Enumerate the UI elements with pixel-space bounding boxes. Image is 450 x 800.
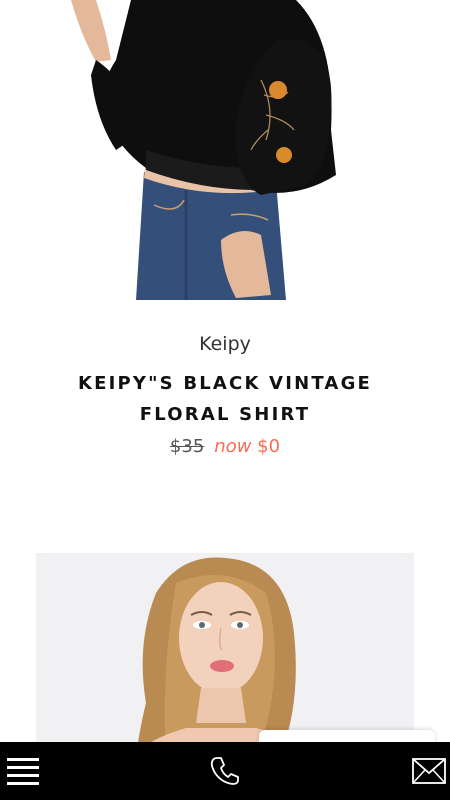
product-list-page: Keipy KEIPY"S BLACK VINTAGE FLORAL SHIRT… xyxy=(0,0,450,800)
product-card-info: Keipy KEIPY"S BLACK VINTAGE FLORAL SHIRT… xyxy=(0,330,450,460)
product-price: $35 now $0 xyxy=(0,434,450,460)
mail-button[interactable] xyxy=(408,742,450,800)
product-photo-black-blouse xyxy=(71,0,337,300)
product-brand: Keipy xyxy=(199,333,251,355)
price-sale: $0 xyxy=(257,436,281,457)
mail-icon xyxy=(412,758,446,784)
menu-icon xyxy=(7,758,39,785)
price-original: $35 xyxy=(169,436,205,457)
menu-button[interactable] xyxy=(0,742,46,800)
phone-button[interactable] xyxy=(200,742,250,800)
product-title[interactable]: KEIPY"S BLACK VINTAGE FLORAL SHIRT xyxy=(75,368,375,430)
product-image[interactable] xyxy=(36,0,414,300)
phone-icon xyxy=(210,757,239,785)
bottom-action-bar xyxy=(0,742,450,800)
price-now-label: now xyxy=(214,436,252,457)
